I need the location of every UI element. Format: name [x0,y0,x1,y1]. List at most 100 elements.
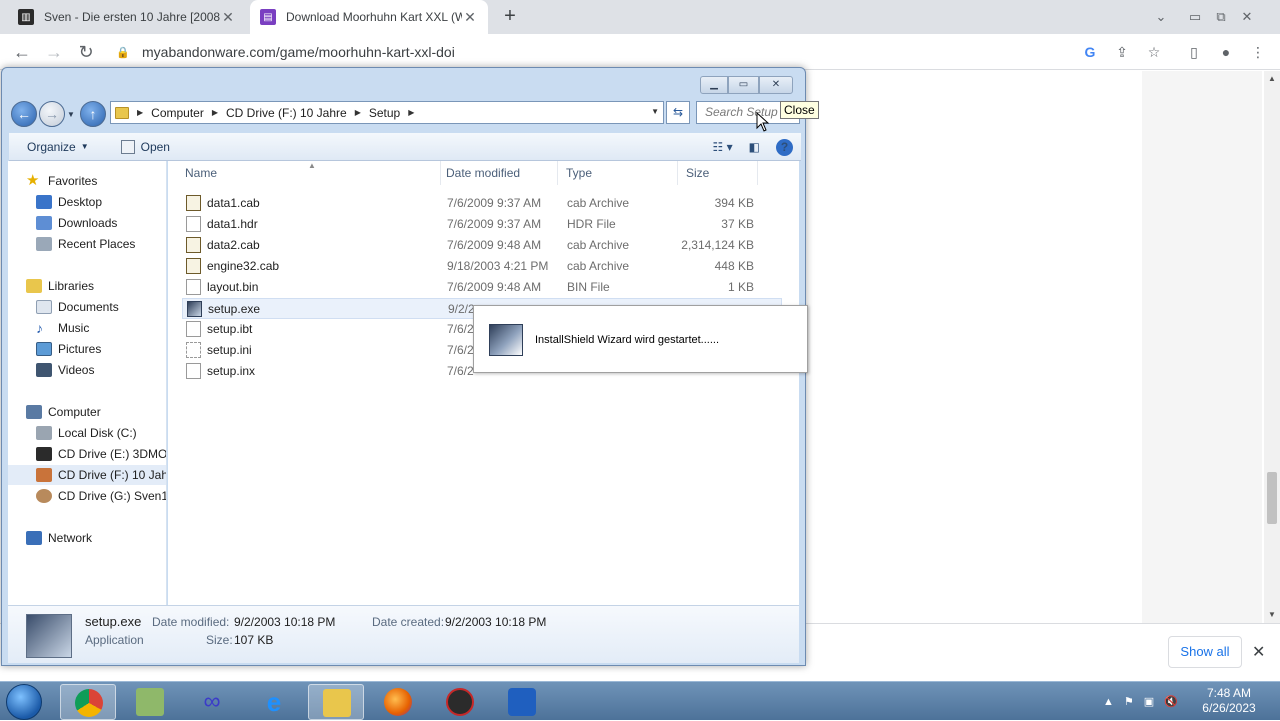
file-row[interactable]: data1.hdr 7/6/2009 9:37 AM HDR File 37 K… [182,214,782,235]
refresh-button[interactable]: ⇆ [666,101,690,124]
reload-button[interactable]: ↻ [74,40,98,64]
restore-button[interactable]: ⧉ [1208,9,1234,25]
close-window-button[interactable]: ✕ [1234,9,1260,25]
new-tab-button[interactable]: + [498,4,522,28]
file-row[interactable]: layout.bin 7/6/2009 9:48 AM BIN File 1 K… [182,277,782,298]
taskbar-firefox[interactable] [370,684,426,720]
file-list: Name ▲ Date modified Type Size data1.cab… [168,161,799,605]
taskbar-internet-explorer[interactable]: e [246,684,302,720]
menu-icon[interactable]: ⋮ [1246,40,1270,64]
file-type: cab Archive [567,196,630,210]
cab-archive-icon [186,195,201,211]
taskbar-app-green[interactable] [122,684,178,720]
taskbar-explorer[interactable] [308,684,364,720]
nav-cd-drive-g[interactable]: CD Drive (G:) Sven10 [36,486,166,506]
taskbar-app-blue[interactable] [494,684,550,720]
column-size[interactable]: Size [678,161,758,185]
file-date: 9/2/2 [448,302,475,316]
start-button[interactable] [6,684,42,720]
up-folder-button[interactable]: ↑ [80,101,106,127]
organize-button[interactable]: Organize ▼ [27,140,89,154]
breadcrumb-computer[interactable]: Computer [151,106,204,120]
scrollbar-thumb[interactable] [1267,472,1277,524]
details-size-label: Size: [206,633,233,647]
nav-libraries[interactable]: Libraries [26,276,166,296]
nav-cd-drive-e[interactable]: CD Drive (E:) 3DMOV [36,444,166,464]
file-type: HDR File [567,217,616,231]
open-button[interactable]: Open [120,139,170,154]
close-tab-icon[interactable]: ✕ [462,9,478,26]
nav-downloads[interactable]: Downloads [36,213,166,233]
scroll-up-icon[interactable]: ▲ [1264,71,1280,87]
preview-pane-icon[interactable]: ◧ [749,140,760,154]
close-tab-icon[interactable]: ✕ [220,9,236,26]
file-date: 7/6/2009 9:37 AM [447,196,542,210]
address-bar[interactable]: ▶ Computer ▶ CD Drive (F:) 10 Jahre ▶ Se… [110,101,664,124]
nav-desktop[interactable]: Desktop [36,192,166,212]
back-button[interactable]: ← [10,40,34,64]
google-icon[interactable]: G [1078,40,1102,64]
minimize-button[interactable]: ▁ [700,76,728,94]
browser-tab-moorhuhn[interactable]: ▤ Download Moorhuhn Kart XXL (W ✕ [250,0,488,34]
nav-favorites[interactable]: ★ Favorites [26,171,166,191]
share-icon[interactable]: ⇪ [1110,40,1134,64]
nav-cd-drive-f[interactable]: CD Drive (F:) 10 Jahr [8,465,167,485]
taskbar-clock[interactable]: 7:48 AM 6/26/2023 [1196,686,1262,716]
forward-button[interactable]: → [42,40,66,64]
profile-icon[interactable]: ● [1214,40,1238,64]
action-center-icon[interactable]: ⚑ [1124,695,1134,708]
side-panel-icon[interactable]: ▯ [1182,40,1206,64]
taskbar-app-infinity[interactable]: ∞ [184,684,240,720]
show-hidden-icons-chevron-icon[interactable]: ▲ [1103,696,1114,708]
forward-button[interactable]: → [39,101,65,127]
nav-label: CD Drive (F:) 10 Jahr [58,468,167,482]
taskbar-chrome[interactable] [60,684,116,720]
nav-music[interactable]: ♪ Music [36,318,166,338]
volume-muted-icon[interactable]: 🔇 [1164,695,1178,708]
view-options-icon[interactable]: ☷ ▾ [713,140,733,154]
omnibox[interactable]: 🔒 myabandonware.com/game/moorhuhn-kart-x… [108,39,1176,65]
nav-label: Recent Places [58,237,136,251]
scroll-down-icon[interactable]: ▼ [1264,607,1280,623]
details-pane: setup.exe Application Date modified: 9/2… [8,605,799,663]
nav-network[interactable]: Network [26,528,166,548]
nav-computer[interactable]: Computer [26,402,166,422]
help-icon[interactable]: ? [776,138,793,156]
file-row[interactable]: data2.cab 7/6/2009 9:48 AM cab Archive 2… [182,235,782,256]
show-all-button[interactable]: Show all [1168,636,1242,668]
breadcrumb-drive[interactable]: CD Drive (F:) 10 Jahre [226,106,347,120]
tab-search-button[interactable]: ⌄ [1148,0,1174,34]
address-history-dropdown[interactable]: ▼ [651,107,659,116]
chevron-right-icon: ▶ [354,108,361,117]
nav-recent-places[interactable]: Recent Places [36,234,166,254]
nav-pictures[interactable]: Pictures [36,339,166,359]
column-type[interactable]: Type [558,161,678,185]
star-icon[interactable]: ☆ [1142,40,1166,64]
close-button[interactable]: ✕ [759,76,793,94]
file-row[interactable]: data1.cab 7/6/2009 9:37 AM cab Archive 3… [182,193,782,214]
file-row[interactable]: engine32.cab 9/18/2003 4:21 PM cab Archi… [182,256,782,277]
nav-documents[interactable]: Documents [36,297,166,317]
browser-tabstrip: ▥ Sven - Die ersten 10 Jahre [2008] ✕ ▤ … [0,0,1280,34]
maximize-button[interactable]: ▭ [728,76,759,94]
column-date-modified[interactable]: Date modified [438,161,558,185]
page-scrollbar[interactable] [1264,71,1280,623]
nav-label: Downloads [58,216,118,230]
file-name: setup.ibt [207,322,253,336]
browser-tab-sven[interactable]: ▥ Sven - Die ersten 10 Jahre [2008] ✕ [8,0,246,34]
nav-videos[interactable]: Videos [36,360,166,380]
close-icon[interactable]: ✕ [1252,642,1265,662]
back-button[interactable]: ← [11,101,37,127]
nav-label: Videos [58,363,95,377]
network-status-icon[interactable]: ▣ [1144,695,1154,708]
taskbar-app-red[interactable] [432,684,488,720]
recent-pages-chevron-icon[interactable]: ▼ [67,110,75,119]
nav-label: Libraries [48,279,95,293]
internet-explorer-icon: e [266,687,282,717]
minimize-button[interactable]: ▭ [1182,9,1208,25]
infinity-icon: ∞ [203,688,221,715]
breadcrumb-setup[interactable]: Setup [369,106,400,120]
command-bar-right: ☷ ▾ ◧ ? [705,133,801,161]
nav-local-disk-c[interactable]: Local Disk (C:) [36,423,166,443]
file-name: data2.cab [207,238,260,252]
